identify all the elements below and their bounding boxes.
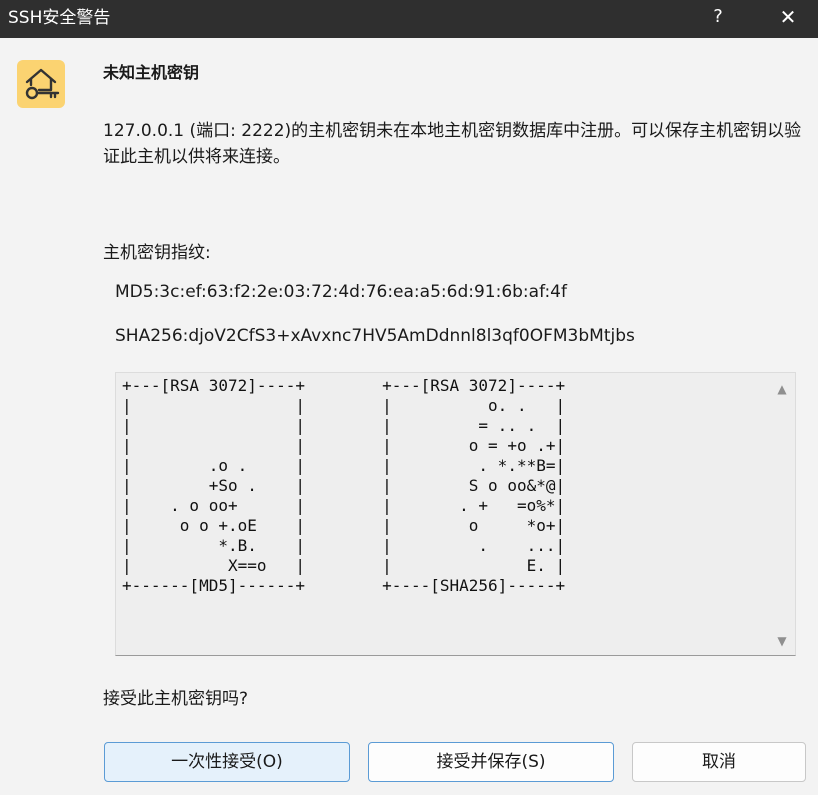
help-button[interactable]: ? [696,0,740,36]
close-button[interactable]: ✕ [766,0,810,36]
house-key-icon [17,60,65,108]
dialog-heading: 未知主机密钥 [103,63,200,82]
scroll-down-arrow-icon[interactable]: ▼ [769,631,795,651]
warning-message: 127.0.0.1 (端口: 2222)的主机密钥未在本地主机密钥数据库中注册。… [103,121,802,167]
window-title: SSH安全警告 [8,8,111,28]
randomart-text: +---[RSA 3072]----+ +---[RSA 3072]----+ … [122,376,566,595]
fingerprint-label: 主机密钥指纹: [103,243,211,263]
accept-once-button[interactable]: 一次性接受(O) [104,742,350,782]
scroll-up-arrow-icon[interactable]: ▲ [769,379,795,399]
cancel-button[interactable]: 取消 [632,742,806,782]
title-bar: SSH安全警告 ? ✕ [0,0,818,38]
sha256-fingerprint: SHA256:djoV2CfS3+xAvxnc7HV5AmDdnnl8l3qf0… [115,326,635,346]
accept-question: 接受此主机密钥吗? [103,689,249,709]
vertical-scrollbar[interactable]: ▲ ▼ [769,373,795,655]
randomart-textbox[interactable]: +---[RSA 3072]----+ +---[RSA 3072]----+ … [115,372,796,656]
md5-fingerprint: MD5:3c:ef:63:f2:2e:03:72:4d:76:ea:a5:6d:… [115,282,567,302]
accept-and-save-button[interactable]: 接受并保存(S) [368,742,614,782]
